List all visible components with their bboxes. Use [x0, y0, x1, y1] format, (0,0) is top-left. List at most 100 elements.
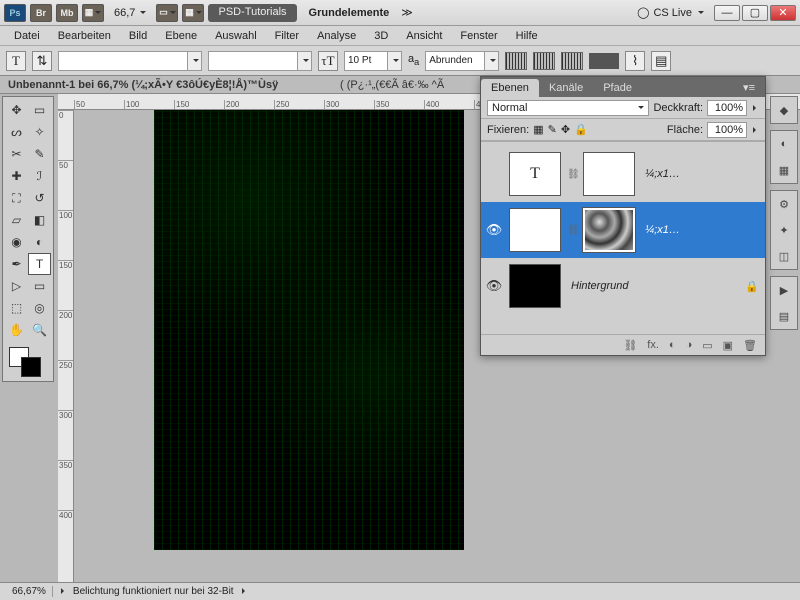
opacity-slider[interactable] [751, 102, 759, 114]
font-family-field[interactable] [58, 51, 188, 71]
menu-bearbeiten[interactable]: Bearbeiten [50, 28, 119, 44]
pen-tool[interactable]: ✒ [5, 253, 28, 275]
align-left[interactable] [505, 52, 527, 70]
color-dock-icon[interactable]: ◐ [775, 135, 793, 153]
heal-tool[interactable]: ✚ [5, 165, 28, 187]
eraser-tool[interactable]: ▱ [5, 209, 28, 231]
font-style-dd[interactable] [298, 51, 312, 71]
layer-name[interactable]: ¼;x1… [641, 224, 761, 236]
history-dock-icon[interactable]: ▶ [775, 281, 793, 299]
path-select-tool[interactable]: ▷ [5, 275, 28, 297]
status-nav[interactable] [59, 586, 67, 597]
font-size-dd[interactable] [388, 51, 402, 71]
zoom-tool[interactable]: 🔍 [28, 319, 51, 341]
new-layer-icon[interactable]: ▣ [723, 339, 733, 352]
workspace-tab[interactable]: Grundelemente [301, 7, 398, 19]
cs-live[interactable]: ◯ CS Live [637, 6, 704, 19]
layer-row[interactable]: 👁 Hintergrund 🔒 [481, 258, 765, 314]
minibridge-button[interactable]: Mb [56, 4, 78, 22]
stamp-tool[interactable]: ⛶ [5, 187, 28, 209]
tab-ebenen[interactable]: Ebenen [481, 79, 539, 97]
lasso-tool[interactable]: ᔕ [5, 121, 28, 143]
align-center[interactable] [533, 52, 555, 70]
extras-button[interactable]: ▦ [182, 4, 204, 22]
app-icon[interactable]: Ps [4, 4, 26, 22]
panel-menu[interactable]: ▾≡ [733, 78, 765, 97]
maximize-button[interactable]: ▢ [742, 5, 768, 21]
history-brush-tool[interactable]: ↺ [28, 187, 51, 209]
adjust-dock-icon[interactable]: ⚙ [775, 195, 793, 213]
lock-pixels-icon[interactable]: ✎ [548, 123, 557, 136]
orientation-toggle[interactable]: ⇅ [32, 51, 52, 71]
menu-3d[interactable]: 3D [366, 28, 396, 44]
lock-transparent-icon[interactable]: ▦ [533, 123, 543, 136]
document-tab-2[interactable]: ( (P¿·¹„(€€Ã â€·‰ ^Ã [340, 79, 444, 91]
text-color[interactable] [589, 53, 619, 69]
3d-camera-tool[interactable]: ◎ [28, 297, 51, 319]
link-icon[interactable]: ⛓ [567, 225, 577, 236]
layers-dock-icon[interactable]: ◆ [775, 101, 793, 119]
hand-tool[interactable]: ✋ [5, 319, 28, 341]
menu-datei[interactable]: Datei [6, 28, 48, 44]
masks-dock-icon[interactable]: ◫ [775, 247, 793, 265]
actions-dock-icon[interactable]: ▤ [775, 307, 793, 325]
document-tab[interactable]: Unbenannt-1 bei 66,7% (¼;xÃ•Y €3ôÚ€yÈ8¦!… [8, 79, 278, 91]
layer-thumb[interactable]: T [509, 152, 561, 196]
background-swatch[interactable] [21, 357, 41, 377]
adjustment-icon[interactable]: ◑ [686, 339, 693, 351]
menu-analyse[interactable]: Analyse [309, 28, 364, 44]
zoom-readout[interactable]: 66,7 [108, 7, 152, 19]
brush-tool[interactable]: ℐ [28, 165, 51, 187]
aa-field[interactable]: Abrunden [425, 51, 485, 71]
font-style-field[interactable] [208, 51, 298, 71]
menu-ansicht[interactable]: Ansicht [398, 28, 450, 44]
menu-filter[interactable]: Filter [267, 28, 307, 44]
fill-field[interactable]: 100% [707, 122, 747, 138]
shape-tool[interactable]: ▭ [28, 275, 51, 297]
font-size-field[interactable]: 10 Pt [344, 51, 388, 71]
fx-icon[interactable]: fx. [647, 339, 659, 351]
opacity-field[interactable]: 100% [707, 100, 747, 116]
link-layers-icon[interactable]: ⛓ [623, 339, 637, 352]
status-zoom[interactable]: 66,67% [6, 586, 53, 597]
gradient-tool[interactable]: ◧ [28, 209, 51, 231]
status-more[interactable] [240, 586, 248, 597]
minimize-button[interactable]: — [714, 5, 740, 21]
tab-kanaele[interactable]: Kanäle [539, 79, 593, 97]
visibility-toggle[interactable]: 👁 [485, 278, 503, 294]
blend-mode-select[interactable]: Normal [487, 100, 649, 116]
align-right[interactable] [561, 52, 583, 70]
layer-thumb[interactable] [509, 264, 561, 308]
menu-auswahl[interactable]: Auswahl [207, 28, 265, 44]
delete-icon[interactable]: 🗑 [743, 339, 757, 352]
visibility-toggle[interactable]: 👁 [485, 222, 503, 238]
swatches-dock-icon[interactable]: ▦ [775, 161, 793, 179]
menu-fenster[interactable]: Fenster [452, 28, 505, 44]
screen-mode-button[interactable]: ▭ [156, 4, 178, 22]
tool-preset[interactable]: T [6, 51, 26, 71]
blur-tool[interactable]: ◉ [5, 231, 28, 253]
styles-dock-icon[interactable]: ✦ [775, 221, 793, 239]
3d-tool[interactable]: ⬚ [5, 297, 28, 319]
layer-mask[interactable] [583, 152, 635, 196]
mask-icon[interactable]: ◐ [669, 339, 676, 351]
group-icon[interactable]: ▭ [702, 339, 712, 352]
marquee-tool[interactable]: ▭ [28, 99, 51, 121]
lock-position-icon[interactable]: ✥ [561, 123, 570, 136]
tab-pfade[interactable]: Pfade [593, 79, 642, 97]
menu-bild[interactable]: Bild [121, 28, 155, 44]
wand-tool[interactable]: ✧ [28, 121, 51, 143]
layer-name[interactable]: ¼;x1… [641, 168, 761, 180]
layer-row[interactable]: T ⛓ ¼;x1… [481, 146, 765, 202]
dodge-tool[interactable]: ◐ [28, 231, 51, 253]
bridge-button[interactable]: Br [30, 4, 52, 22]
color-swatches[interactable] [5, 345, 51, 379]
layer-thumb[interactable]: T [509, 208, 561, 252]
fill-slider[interactable] [751, 124, 759, 136]
layer-mask[interactable] [583, 208, 635, 252]
layer-row[interactable]: 👁 T ⛓ ¼;x1… [481, 202, 765, 258]
more-workspaces[interactable]: ≫ [401, 6, 413, 19]
char-panel-toggle[interactable]: ▤ [651, 51, 671, 71]
ruler-vertical[interactable]: 050100150200250300350400 [58, 110, 74, 582]
workspace-tab-active[interactable]: PSD-Tutorials [208, 4, 296, 22]
